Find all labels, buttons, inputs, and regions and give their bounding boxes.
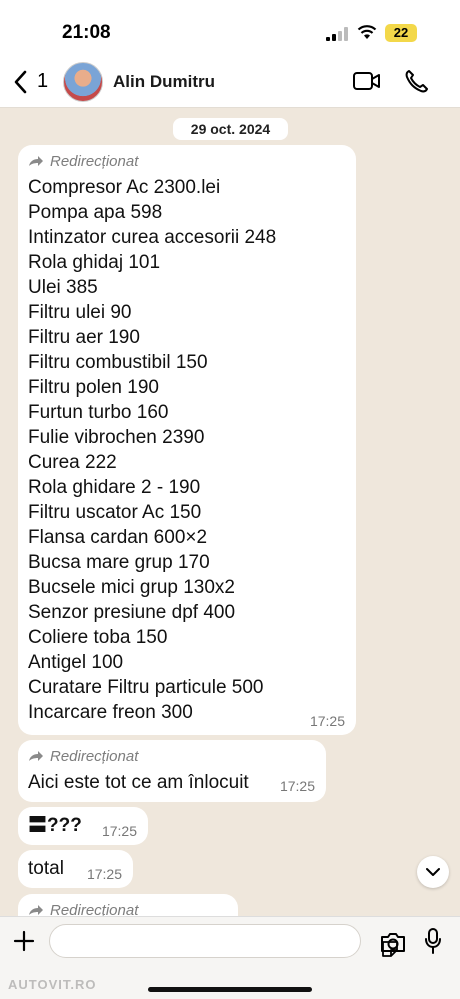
forward-arrow-icon (29, 905, 43, 915)
message-bubble[interactable]: Redirecționat Aici este tot ce am înlocu… (18, 740, 326, 802)
back-chevron-icon[interactable] (10, 68, 32, 96)
signal-icon (326, 27, 348, 41)
chat-area[interactable]: 29 oct. 2024 Redirecționat Compresor Ac … (0, 108, 460, 916)
input-bar: AUTOVIT.RO (0, 916, 460, 999)
message-bubble[interactable]: Redirecționat (18, 894, 238, 916)
message-line: Ulei 385 (28, 277, 98, 298)
message-text: Compresor Ac 2300.lei Pompa apa 598 Intinz… (28, 175, 346, 725)
forwarded-label: Redirecționat (28, 151, 346, 171)
contact-name[interactable]: Alin Dumitru (113, 72, 215, 92)
message-line: Curatare Filtru particule 500 (28, 677, 264, 698)
watermark-text: AUTOVIT.RO (8, 977, 97, 992)
message-line: Filtru combustibil 150 (28, 352, 208, 373)
plus-icon[interactable] (12, 929, 36, 953)
battery-icon: 22 (385, 24, 417, 42)
chevron-down-icon (426, 868, 440, 876)
message-line: Bucsa mare grup 170 (28, 552, 210, 573)
message-text: Aici este tot ce am înlocuit (28, 772, 249, 793)
message-line: Rola ghidare 2 - 190 (28, 477, 201, 498)
avatar[interactable] (63, 62, 103, 102)
forwarded-label: Redirecționat (28, 746, 316, 766)
message-time: 17:25 (309, 713, 345, 729)
message-line: Coliere toba 150 (28, 627, 168, 648)
message-line: Fulie vibrochen 2390 (28, 427, 205, 448)
message-line: Antigel 100 (28, 652, 124, 673)
forward-arrow-icon (29, 751, 43, 761)
message-line: Curea 222 (28, 452, 117, 473)
video-call-icon[interactable] (352, 70, 382, 92)
message-time: 17:25 (279, 778, 315, 794)
message-line: Filtru ulei 90 (28, 302, 132, 323)
chat-header: 1 Alin Dumitru (0, 58, 460, 108)
message-bubble[interactable]: 〓??? 17:25 (18, 807, 148, 845)
forward-arrow-icon (29, 156, 43, 166)
unread-count[interactable]: 1 (37, 70, 48, 93)
message-input[interactable] (49, 924, 398, 958)
scroll-down-button[interactable] (417, 856, 449, 888)
forwarded-label: Redirecționat (28, 900, 228, 916)
message-bubble[interactable]: total 17:25 (18, 850, 133, 888)
status-time: 21:08 (62, 22, 111, 43)
message-line: Filtru polen 190 (28, 377, 159, 398)
phone-call-icon[interactable] (404, 68, 428, 94)
home-indicator (148, 987, 312, 992)
message-line: Furtun turbo 160 (28, 402, 169, 423)
forwarded-text: Redirecționat (50, 747, 139, 765)
microphone-icon[interactable] (424, 927, 442, 955)
wifi-icon (357, 25, 377, 39)
message-line: Bucsele mici grup 130x2 (28, 577, 235, 598)
message-line: Intinzator curea accesorii 248 (28, 227, 277, 248)
message-line: Rola ghidaj 101 (28, 252, 161, 273)
message-bubble[interactable]: Redirecționat Compresor Ac 2300.lei Pompa… (18, 145, 356, 735)
message-time: 17:25 (101, 823, 137, 839)
forwarded-text: Redirecționat (50, 152, 139, 170)
message-line: Filtru uscator Ac 150 (28, 502, 202, 523)
date-separator: 29 oct. 2024 (173, 118, 288, 140)
forwarded-text: Redirecționat (50, 901, 139, 917)
camera-icon[interactable] (380, 931, 406, 953)
message-line: Flansa cardan 600×2 (28, 527, 208, 548)
status-bar: 21:08 22 (0, 0, 460, 58)
message-time: 17:25 (86, 866, 122, 882)
message-line: Pompa apa 598 (28, 202, 163, 223)
message-line: Senzor presiune dpf 400 (28, 602, 236, 623)
message-line: Filtru aer 190 (28, 327, 140, 348)
message-line: Incarcare freon 300 (28, 702, 193, 723)
message-line: Compresor Ac 2300.lei (28, 177, 221, 198)
